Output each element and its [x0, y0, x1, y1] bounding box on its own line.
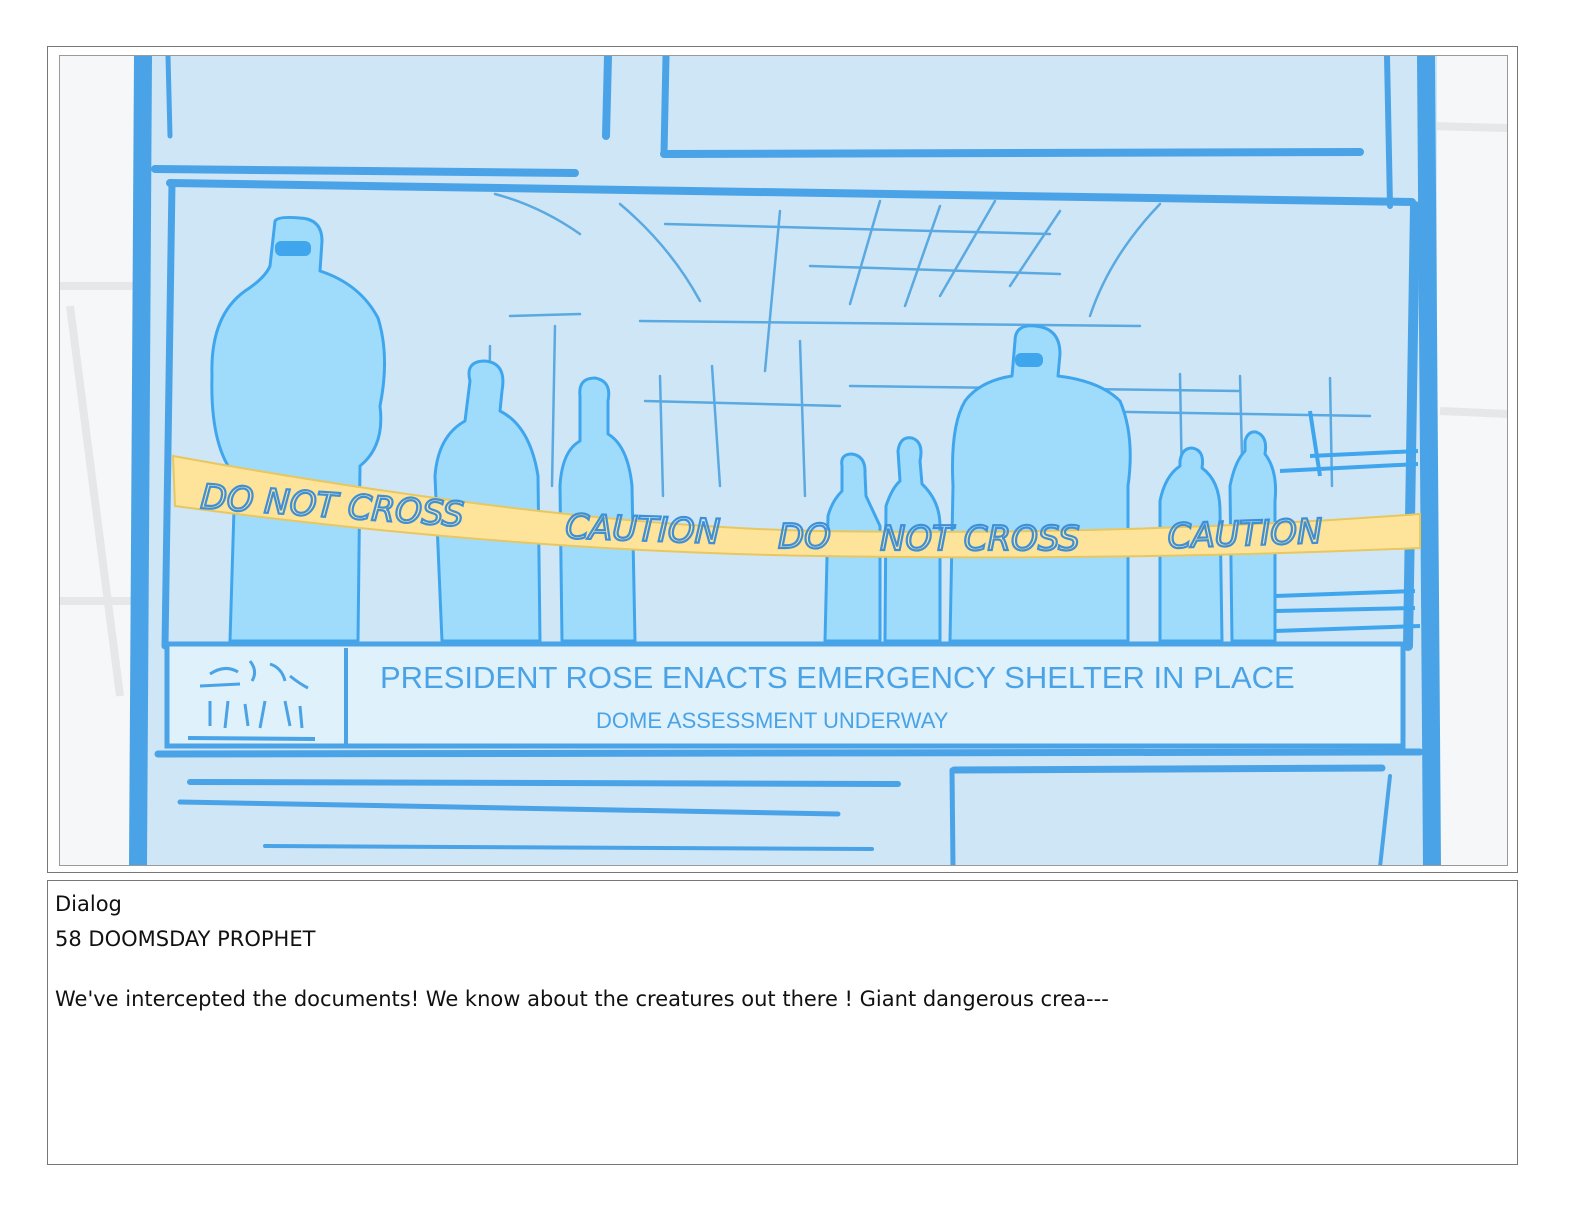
tape-label-4: NOT CROSS	[880, 519, 1080, 559]
tape-label-2: CAUTION	[565, 507, 721, 552]
dialog-box: Dialog 58 DOOMSDAY PROPHET We've interce…	[47, 880, 1518, 1165]
dialog-heading: Dialog	[55, 892, 122, 916]
storyboard-page: DO NOT CROSS CAUTION DO NOT CROSS CAUTIO…	[0, 0, 1584, 1224]
storyboard-panel: DO NOT CROSS CAUTION DO NOT CROSS CAUTIO…	[59, 55, 1508, 866]
tape-label-5: CAUTION	[1167, 512, 1323, 557]
shot-label: 58 DOOMSDAY PROPHET	[55, 927, 316, 951]
news-chyron: PRESIDENT ROSE ENACTS EMERGENCY SHELTER …	[164, 641, 1406, 749]
panel-sketch: DO NOT CROSS CAUTION DO NOT CROSS CAUTIO…	[60, 56, 1507, 865]
tape-label-3: DO	[778, 517, 831, 557]
chyron-subline: DOME ASSESSMENT UNDERWAY	[596, 708, 949, 733]
visor-left	[275, 241, 311, 256]
visor-right	[1015, 353, 1043, 367]
chyron-headline: PRESIDENT ROSE ENACTS EMERGENCY SHELTER …	[380, 660, 1295, 695]
dialog-text: We've intercepted the documents! We know…	[55, 987, 1109, 1011]
